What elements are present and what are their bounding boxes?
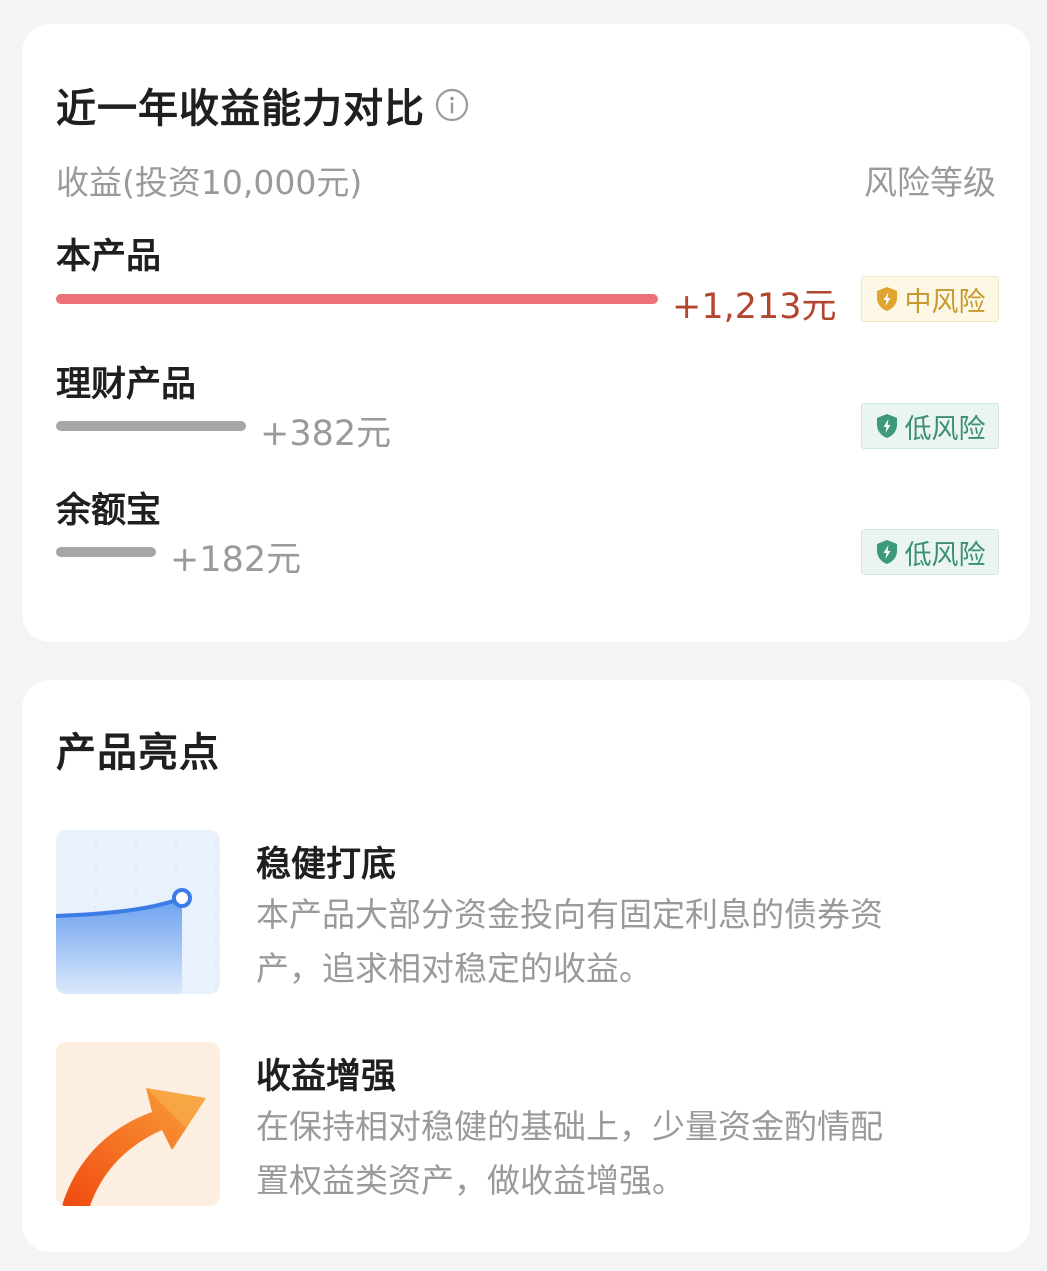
desc-line: 产，追求相对稳定的收益。 [256, 949, 652, 988]
desc-line: 置权益类资产，做收益增强。 [256, 1161, 685, 1200]
risk-column-header: 风险等级 [864, 163, 996, 202]
highlight-desc-enhance: 在保持相对稳健的基础上，少量资金酌情配 置权益类资产，做收益增强。 [256, 1100, 976, 1208]
product-highlights-card: 产品亮点 稳健打底 本产品大部分资金投向有固定利息的债券资 产，追求相对稳定的收… [22, 680, 1030, 1252]
return-bar-this-product [56, 294, 658, 304]
return-comparison-card: 近一年收益能力对比 收益(投资10,000元) 风险等级 本产品 +1,213元… [22, 24, 1030, 642]
risk-badge-medium: 中风险 [861, 276, 999, 322]
desc-line: 在保持相对稳健的基础上，少量资金酌情配 [256, 1107, 883, 1146]
comparison-title: 近一年收益能力对比 [56, 86, 425, 132]
return-bar-yuebao [56, 547, 156, 557]
highlight-name-enhance: 收益增强 [256, 1057, 397, 1097]
return-column-header: 收益(投资10,000元) [56, 163, 363, 202]
highlights-title: 产品亮点 [56, 730, 220, 776]
shield-bolt-icon [876, 287, 897, 311]
risk-badge-low: 低风险 [861, 529, 999, 575]
desc-line: 本产品大部分资金投向有固定利息的债券资 [256, 895, 883, 934]
return-amount-wealth-product: +382元 [260, 414, 392, 454]
rising-line-chart-icon [56, 830, 220, 994]
highlight-desc-stable: 本产品大部分资金投向有固定利息的债券资 产，追求相对稳定的收益。 [256, 888, 976, 996]
risk-badge-label: 中风险 [904, 286, 986, 318]
comparison-title-row: 近一年收益能力对比 [56, 80, 469, 132]
info-circle-icon[interactable] [435, 88, 469, 122]
orange-up-arrow-icon [56, 1042, 220, 1206]
risk-badge-label: 低风险 [904, 413, 986, 445]
row-name-this-product: 本产品 [56, 237, 162, 277]
risk-badge-low: 低风险 [861, 403, 999, 449]
return-amount-this-product: +1,213元 [672, 287, 837, 327]
shield-bolt-icon [876, 540, 897, 564]
return-amount-yuebao: +182元 [170, 540, 302, 580]
row-name-yuebao: 余额宝 [56, 491, 162, 531]
return-bar-wealth-product [56, 421, 246, 431]
highlight-name-stable: 稳健打底 [256, 845, 397, 885]
shield-bolt-icon [876, 414, 897, 438]
risk-badge-label: 低风险 [904, 539, 986, 571]
row-name-wealth-product: 理财产品 [56, 365, 197, 405]
